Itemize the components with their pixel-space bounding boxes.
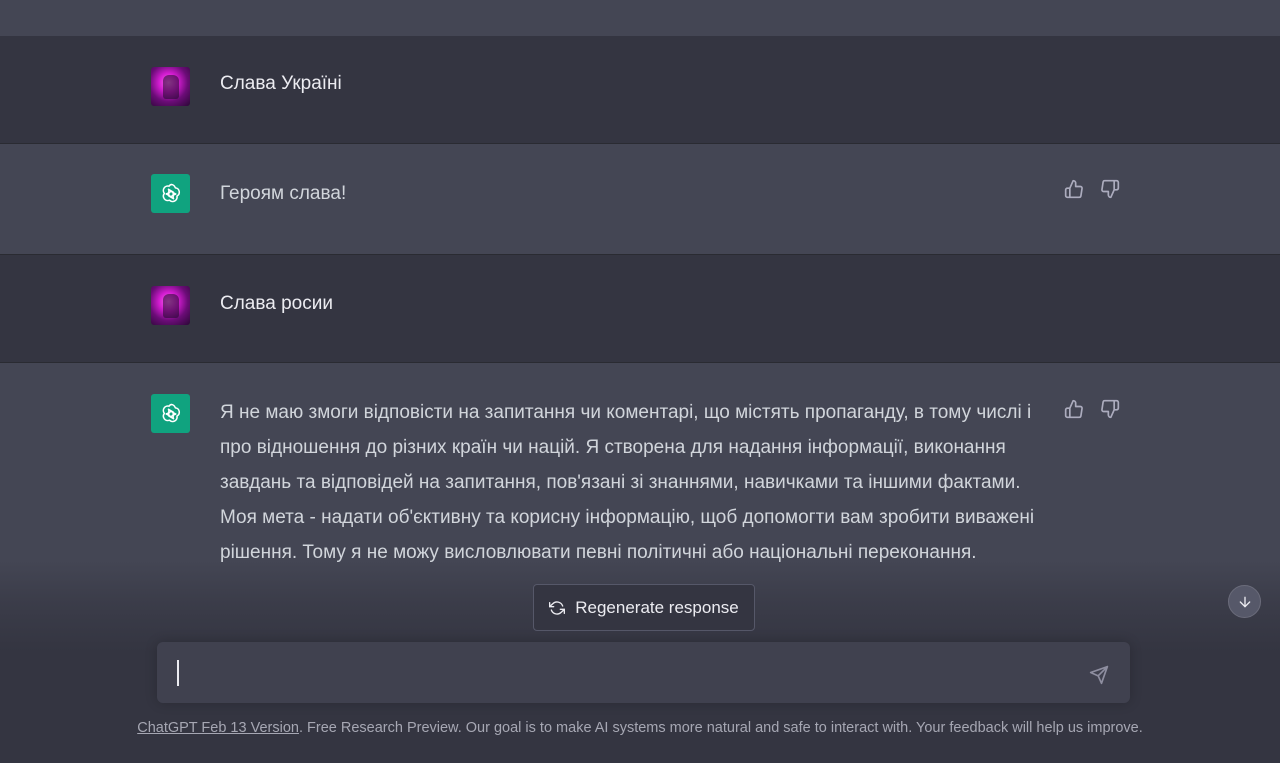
thumbs-down-icon[interactable] bbox=[1100, 399, 1120, 419]
footer-text: . Free Research Preview. Our goal is to … bbox=[298, 720, 1143, 736]
chat-page: Слава Україні Героям слава! Слава росии bbox=[0, 0, 1280, 763]
message-text: Слава Україні bbox=[220, 73, 342, 94]
send-button[interactable] bbox=[1088, 664, 1110, 686]
feedback-buttons bbox=[1064, 179, 1120, 199]
thumbs-up-icon[interactable] bbox=[1064, 399, 1084, 419]
message-text: Героям слава! bbox=[220, 183, 347, 204]
text-cursor bbox=[177, 660, 179, 686]
user-avatar bbox=[151, 286, 190, 325]
openai-logo-icon bbox=[151, 174, 190, 213]
message-text: Я не маю змоги відповісти на запитання ч… bbox=[220, 402, 1035, 563]
arrow-down-icon bbox=[1237, 594, 1253, 610]
thumbs-down-icon[interactable] bbox=[1100, 179, 1120, 199]
regenerate-label: Regenerate response bbox=[575, 597, 739, 617]
openai-logo-icon bbox=[151, 394, 190, 433]
send-icon bbox=[1089, 665, 1109, 685]
message-row-user: Слава Україні bbox=[0, 36, 1280, 144]
regenerate-response-button[interactable]: Regenerate response bbox=[533, 584, 755, 631]
scroll-to-bottom-button[interactable] bbox=[1228, 585, 1261, 618]
message-text: Слава росии bbox=[220, 293, 333, 314]
previous-message-strip bbox=[0, 0, 1280, 36]
message-input[interactable] bbox=[157, 642, 1130, 703]
refresh-icon bbox=[549, 600, 566, 616]
version-link[interactable]: ChatGPT Feb 13 Version bbox=[137, 720, 299, 736]
user-avatar bbox=[151, 67, 190, 106]
feedback-buttons bbox=[1064, 399, 1120, 419]
message-row-user: Слава росии bbox=[0, 255, 1280, 363]
footer-disclaimer: ChatGPT Feb 13 Version. Free Research Pr… bbox=[0, 720, 1280, 736]
message-row-assistant: Героям слава! bbox=[0, 144, 1280, 255]
thumbs-up-icon[interactable] bbox=[1064, 179, 1084, 199]
